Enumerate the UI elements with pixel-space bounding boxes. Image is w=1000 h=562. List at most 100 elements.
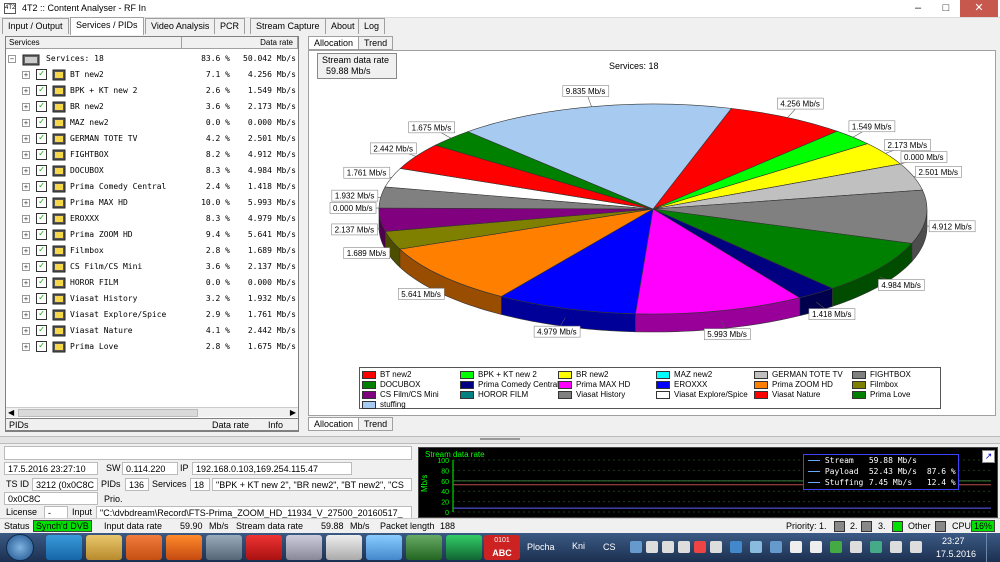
expand-icon[interactable]: + <box>22 135 30 143</box>
pids-col[interactable]: PIDs <box>9 420 29 430</box>
service-row[interactable]: + ✓ BPK + KT new 2 2.6 % 1.549 Mb/s <box>6 83 298 99</box>
close-button[interactable]: ✕ <box>960 0 998 17</box>
tray-icon-5[interactable] <box>694 541 706 553</box>
service-row[interactable]: + ✓ DOCUBOX 8.3 % 4.984 Mb/s <box>6 163 298 179</box>
service-checkbox[interactable]: ✓ <box>36 149 47 160</box>
expand-icon[interactable]: + <box>22 231 30 239</box>
expand-icon[interactable]: + <box>22 167 30 175</box>
service-row[interactable]: + ✓ Prima ZOOM HD 9.4 % 5.641 Mb/s <box>6 227 298 243</box>
service-row[interactable]: + ✓ BT new2 7.1 % 4.256 Mb/s <box>6 67 298 83</box>
service-checkbox[interactable]: ✓ <box>36 101 47 112</box>
winamp-icon[interactable] <box>246 535 282 560</box>
taskbar-kni[interactable]: Kni <box>572 541 585 551</box>
horizontal-scrollbar[interactable]: ◀ ▶ <box>6 407 298 417</box>
abc-app-icon[interactable]: 0101 ABC <box>484 535 520 560</box>
pids-info-col[interactable]: Info <box>268 420 283 430</box>
service-row[interactable]: + ✓ HOROR FILM 0.0 % 0.000 Mb/s <box>6 275 298 291</box>
expand-icon[interactable]: + <box>22 263 30 271</box>
taskbar-plocha[interactable]: Plocha <box>527 542 555 552</box>
tab-allocation-top[interactable]: Allocation <box>308 36 360 50</box>
expand-icon[interactable]: + <box>22 183 30 191</box>
expand-icon[interactable]: + <box>22 71 30 79</box>
start-button[interactable] <box>6 534 34 561</box>
expand-icon[interactable]: + <box>22 327 30 335</box>
tab-log[interactable]: Log <box>358 18 386 34</box>
service-checkbox[interactable]: ✓ <box>36 69 47 80</box>
service-checkbox[interactable]: ✓ <box>36 293 47 304</box>
service-checkbox[interactable]: ✓ <box>36 117 47 128</box>
service-checkbox[interactable]: ✓ <box>36 229 47 240</box>
globe-icon[interactable] <box>446 535 482 560</box>
tray-icon-12[interactable] <box>830 541 842 553</box>
column-data-rate[interactable]: Data rate <box>182 37 298 49</box>
service-row[interactable]: + ✓ Viasat Explore/Spice 2.9 % 1.761 Mb/s <box>6 307 298 323</box>
service-row[interactable]: + ✓ Prima Comedy Central 2.4 % 1.418 Mb/s <box>6 179 298 195</box>
expand-icon[interactable]: + <box>22 279 30 287</box>
service-checkbox[interactable]: ✓ <box>36 85 47 96</box>
message-field[interactable] <box>4 446 412 460</box>
tray-icon-11[interactable] <box>810 541 822 553</box>
taskbar-cs[interactable]: CS <box>603 542 616 552</box>
expand-icon[interactable]: + <box>22 119 30 127</box>
service-row[interactable]: + ✓ Prima MAX HD 10.0 % 5.993 Mb/s <box>6 195 298 211</box>
service-checkbox[interactable]: ✓ <box>36 277 47 288</box>
splitter-grip[interactable] <box>480 438 520 442</box>
pids-rate-col[interactable]: Data rate <box>212 420 249 430</box>
expand-icon[interactable]: + <box>22 103 30 111</box>
expand-icon[interactable]: + <box>22 343 30 351</box>
expand-icon[interactable]: + <box>22 151 30 159</box>
calculator-icon[interactable] <box>326 535 362 560</box>
scrollbar-thumb[interactable] <box>18 409 198 417</box>
disc-icon[interactable] <box>406 535 442 560</box>
service-checkbox[interactable]: ✓ <box>36 341 47 352</box>
service-checkbox[interactable]: ✓ <box>36 261 47 272</box>
tray-icon-3[interactable] <box>662 541 674 553</box>
service-checkbox[interactable]: ✓ <box>36 213 47 224</box>
tab-video-analysis[interactable]: Video Analysis <box>145 18 216 34</box>
splitter[interactable] <box>0 436 1000 444</box>
tray-icon-2[interactable] <box>646 541 658 553</box>
service-row[interactable]: + ✓ Filmbox 2.8 % 1.689 Mb/s <box>6 243 298 259</box>
tray-icon-4[interactable] <box>678 541 690 553</box>
service-checkbox[interactable]: ✓ <box>36 165 47 176</box>
scroll-left-icon[interactable]: ◀ <box>8 408 14 417</box>
clock-date[interactable]: 17.5.2016 <box>936 549 976 559</box>
tray-icon-8[interactable] <box>750 541 762 553</box>
column-services[interactable]: Services <box>6 37 182 49</box>
service-row[interactable]: + ✓ FIGHTBOX 8.2 % 4.912 Mb/s <box>6 147 298 163</box>
service-checkbox[interactable]: ✓ <box>36 197 47 208</box>
tab-about[interactable]: About <box>325 18 361 34</box>
service-row[interactable]: + ✓ Prima Love 2.8 % 1.675 Mb/s <box>6 339 298 355</box>
service-checkbox[interactable]: ✓ <box>36 245 47 256</box>
service-checkbox[interactable]: ✓ <box>36 181 47 192</box>
clock-time[interactable]: 23:27 <box>942 536 965 546</box>
expand-icon[interactable]: + <box>22 295 30 303</box>
service-row[interactable]: + ✓ Viasat History 3.2 % 1.932 Mb/s <box>6 291 298 307</box>
tray-icon-16[interactable] <box>910 541 922 553</box>
service-row[interactable]: + ✓ MAZ new2 0.0 % 0.000 Mb/s <box>6 115 298 131</box>
tab-trend-bottom[interactable]: Trend <box>358 417 394 431</box>
ie-icon[interactable] <box>46 535 82 560</box>
tray-icon-1[interactable] <box>630 541 642 553</box>
tools-icon[interactable] <box>286 535 322 560</box>
tab-allocation-bottom[interactable]: Allocation <box>308 417 360 431</box>
expand-icon[interactable]: + <box>22 311 30 319</box>
tray-icon-7[interactable] <box>730 541 742 553</box>
tray-icon-9[interactable] <box>770 541 782 553</box>
cloud-icon[interactable] <box>366 535 402 560</box>
expand-icon[interactable]: + <box>22 215 30 223</box>
graph-export-icon[interactable]: ↗ <box>982 450 995 463</box>
service-checkbox[interactable]: ✓ <box>36 133 47 144</box>
service-row[interactable]: + ✓ CS Film/CS Mini 3.6 % 2.137 Mb/s <box>6 259 298 275</box>
tray-icon-15[interactable] <box>890 541 902 553</box>
collapse-icon[interactable]: − <box>8 55 16 63</box>
tray-icon-14[interactable] <box>870 541 882 553</box>
show-desktop-button[interactable] <box>986 533 1000 562</box>
explorer-icon[interactable] <box>86 535 122 560</box>
service-checkbox[interactable]: ✓ <box>36 325 47 336</box>
tab-trend-top[interactable]: Trend <box>358 36 394 50</box>
service-row[interactable]: + ✓ BR new2 3.6 % 2.173 Mb/s <box>6 99 298 115</box>
service-row[interactable]: + ✓ Viasat Nature 4.1 % 2.442 Mb/s <box>6 323 298 339</box>
service-row[interactable]: + ✓ GERMAN TOTE TV 4.2 % 2.501 Mb/s <box>6 131 298 147</box>
service-row[interactable]: + ✓ EROXXX 8.3 % 4.979 Mb/s <box>6 211 298 227</box>
